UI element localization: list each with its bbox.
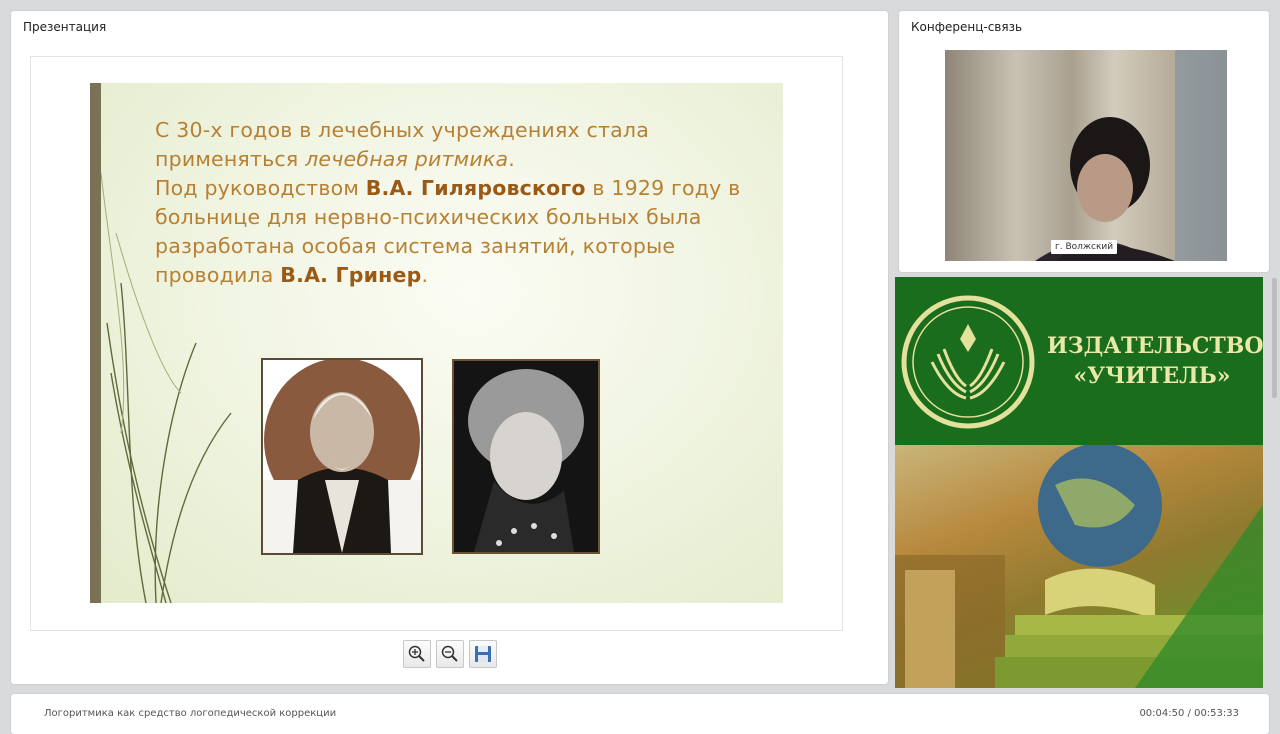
video-location-caption: г. Волжский [1051,240,1118,254]
portrait-photo-2 [452,359,600,554]
zoom-in-icon [408,645,425,662]
publisher-name-line-2: «УЧИТЕЛЬ» [1073,363,1231,389]
slide-line-3: Под руководством В.А. Гиляровского в 192… [155,176,741,200]
banner-books-image [895,443,1263,688]
zoom-out-button[interactable] [436,640,464,668]
banner-header: ИЗДАТЕЛЬСТВО «УЧИТЕЛЬ» [895,277,1263,445]
slide-line-5: разработана особая система занятий, кото… [155,234,676,258]
slide-viewer[interactable]: С 30-х годов в лечебных учреждениях стал… [31,57,842,630]
portrait-photo-1 [261,358,423,555]
zoom-in-button[interactable] [403,640,431,668]
course-title: Логоритмика как средство логопедической … [44,708,337,719]
slide: С 30-х годов в лечебных учреждениях стал… [90,83,783,603]
save-button[interactable] [469,640,497,668]
conference-panel: Конференц-связь г. Волжский [899,11,1269,272]
playback-timecode: 00:04:50 / 00:53:33 [1139,708,1239,719]
publisher-banner: ИЗДАТЕЛЬСТВО «УЧИТЕЛЬ» [895,277,1263,688]
presentation-panel-title: Презентация [23,20,107,34]
slide-line-6: проводила В.А. Гринер. [155,263,429,287]
side-scrollbar[interactable] [1272,278,1277,398]
footer-bar: Логоритмика как средство логопедической … [11,694,1269,734]
publisher-logo-icon [901,295,1035,429]
floppy-disk-icon [475,646,491,662]
publisher-name-line-1: ИЗДАТЕЛЬСТВО [1047,333,1263,359]
zoom-out-icon [441,645,458,662]
slide-text: С 30-х годов в лечебных учреждениях стал… [155,116,775,290]
conference-panel-title: Конференц-связь [911,20,1023,34]
slide-line-4: больнице для нервно-психических больных … [155,205,702,229]
presentation-panel: Презентация С 30-х годов в лечебных учре [11,11,888,684]
slide-line-1: С 30-х годов в лечебных учреждениях стал… [155,118,649,142]
slide-accent-bar [90,83,101,603]
slide-line-2: применяться лечебная ритмика. [155,147,515,171]
video-feed[interactable]: г. Волжский [945,50,1227,261]
publisher-name: ИЗДАТЕЛЬСТВО «УЧИТЕЛЬ» [1047,331,1263,391]
